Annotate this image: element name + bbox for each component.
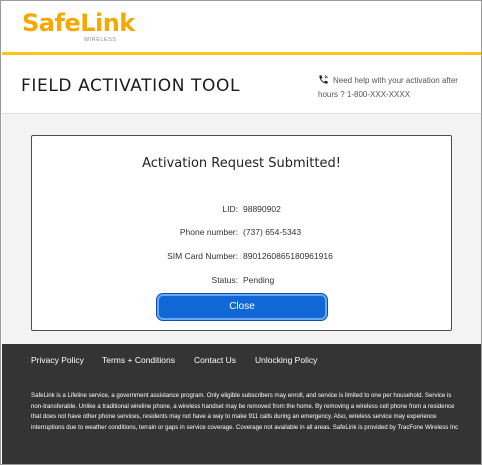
logo-bar: SafeLink WIRELESS — [2, 2, 481, 52]
detail-label: SIM Card Number: — [167, 251, 238, 261]
main-content: Activation Request Submitted! LID: 98890… — [2, 114, 481, 344]
detail-label: Status: — [211, 275, 238, 285]
privacy-policy-link[interactable]: Privacy Policy — [31, 355, 84, 365]
detail-value: Pending — [243, 275, 275, 285]
card-title: Activation Request Submitted! — [142, 156, 341, 171]
lifeline-disclaimer: SafeLink is a Lifeline service, a govern… — [31, 392, 459, 431]
contact-us-link[interactable]: Contact Us — [194, 355, 236, 365]
detail-row-status: Status: Pending — [32, 273, 451, 287]
detail-label: LID: — [222, 204, 238, 214]
unlocking-policy-link[interactable]: Unlocking Policy — [255, 355, 317, 365]
logo-subtitle: WIRELESS — [84, 37, 117, 43]
help-line-1: Need help with your activation after — [318, 74, 478, 88]
close-button[interactable]: Close — [157, 294, 327, 320]
footer: Privacy Policy Terms + Conditions Contac… — [2, 344, 481, 464]
page-title: FIELD ACTIVATION TOOL — [21, 76, 241, 96]
detail-row-phone: Phone number: (737) 654-5343 — [32, 225, 451, 239]
help-text-line2: hours ? 1-800-XXX-XXXX — [318, 90, 411, 99]
detail-row-sim: SIM Card Number: 8901260865180961916 — [32, 249, 451, 263]
detail-value: 8901260865180961916 — [243, 251, 333, 261]
detail-label: Phone number: — [179, 227, 238, 237]
page-frame: SafeLink WIRELESS FIELD ACTIVATION TOOL … — [0, 0, 482, 465]
page-header: FIELD ACTIVATION TOOL Need help with you… — [2, 55, 481, 113]
detail-value: 98890902 — [243, 204, 281, 214]
activation-result-card: Activation Request Submitted! LID: 98890… — [31, 135, 452, 331]
terms-conditions-link[interactable]: Terms + Conditions — [102, 355, 175, 365]
detail-value: (737) 654-5343 — [243, 227, 302, 237]
phone-icon — [319, 75, 328, 84]
detail-row-lid: LID: 98890902 — [32, 202, 451, 216]
safelink-logo[interactable]: SafeLink — [22, 10, 135, 36]
help-contact: Need help with your activation after hou… — [318, 74, 478, 102]
help-text-line1: Need help with your activation after — [333, 76, 458, 85]
